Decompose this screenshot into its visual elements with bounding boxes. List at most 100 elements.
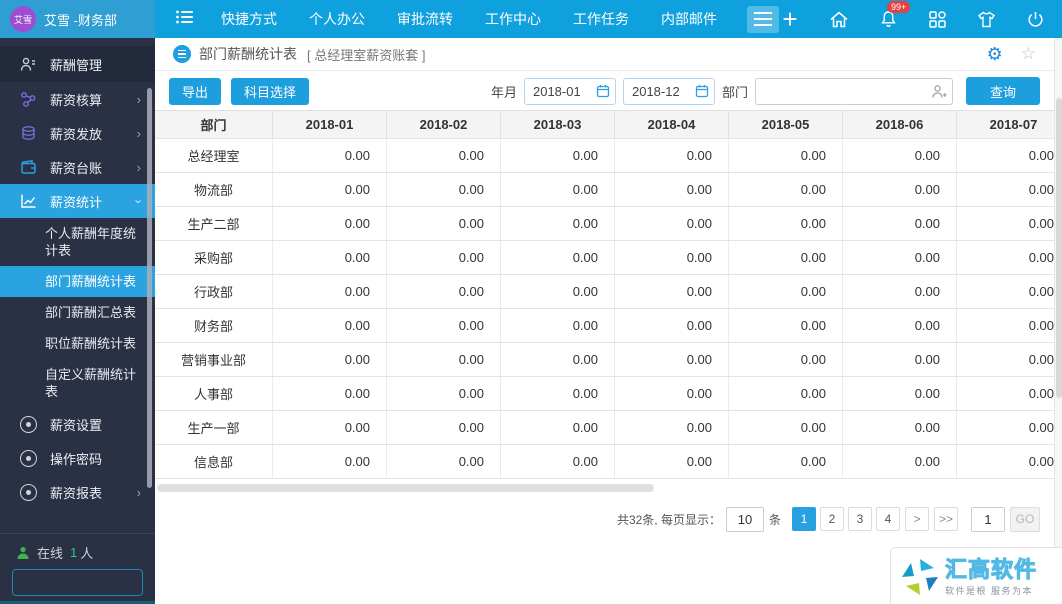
value-cell: 0.00 bbox=[957, 377, 1054, 410]
apps-grid-icon[interactable] bbox=[926, 8, 948, 30]
calendar-icon[interactable] bbox=[695, 84, 709, 98]
page-button-1[interactable]: 1 bbox=[791, 507, 816, 531]
online-count: 1 bbox=[70, 545, 78, 560]
value-cell: 0.00 bbox=[957, 139, 1054, 172]
value-cell: 0.00 bbox=[501, 207, 615, 240]
home-icon[interactable] bbox=[828, 8, 850, 30]
column-header[interactable]: 2018-06 bbox=[843, 111, 957, 138]
table-row: 营销事业部 0.00 0.00 0.00 0.00 0.00 0.00 0.00 bbox=[155, 343, 1054, 377]
chart-icon bbox=[18, 193, 38, 209]
table-row: 财务部 0.00 0.00 0.00 0.00 0.00 0.00 0.00 bbox=[155, 309, 1054, 343]
value-cell: 0.00 bbox=[729, 411, 843, 444]
subject-select-button[interactable]: 科目选择 bbox=[231, 77, 310, 105]
settings-gear-icon[interactable]: ⚙ bbox=[987, 44, 1003, 65]
logout-power-icon[interactable] bbox=[1024, 8, 1046, 30]
next-page-button[interactable]: > bbox=[904, 507, 929, 531]
value-cell: 0.00 bbox=[729, 139, 843, 172]
chevron-right-icon: › bbox=[136, 91, 141, 107]
column-header[interactable]: 2018-04 bbox=[615, 111, 729, 138]
shortcut-list-icon[interactable] bbox=[175, 9, 195, 30]
value-cell: 0.00 bbox=[843, 377, 957, 410]
value-cell: 0.00 bbox=[843, 275, 957, 308]
sidebar-item-salary-calc[interactable]: 薪资核算 › bbox=[0, 82, 155, 116]
column-header[interactable]: 2018-01 bbox=[273, 111, 387, 138]
sidebar-header-label: 薪酬管理 bbox=[50, 57, 103, 73]
vertical-scrollbar[interactable] bbox=[1054, 38, 1062, 604]
user-area[interactable]: 艾雪 艾雪 -财务部 bbox=[0, 0, 155, 38]
last-page-button[interactable]: >> bbox=[933, 507, 958, 531]
export-button[interactable]: 导出 bbox=[169, 77, 222, 105]
menu-item-internal-mail[interactable]: 内部邮件 bbox=[645, 0, 733, 38]
notifications-bell-icon[interactable]: 99+ bbox=[877, 1, 911, 30]
column-header[interactable]: 部门 bbox=[155, 111, 273, 138]
add-icon[interactable]: + bbox=[779, 6, 801, 32]
value-cell: 0.00 bbox=[273, 309, 387, 342]
page-button-4[interactable]: 4 bbox=[875, 507, 900, 531]
department-field[interactable] bbox=[755, 77, 953, 105]
table-row: 物流部 0.00 0.00 0.00 0.00 0.00 0.00 0.00 bbox=[155, 173, 1054, 207]
sidebar-scrollbar[interactable] bbox=[147, 88, 152, 488]
menu-item-work-center[interactable]: 工作中心 bbox=[469, 0, 557, 38]
value-cell: 0.00 bbox=[843, 241, 957, 274]
value-cell: 0.00 bbox=[501, 173, 615, 206]
menu-item-approval-flow[interactable]: 审批流转 bbox=[381, 0, 469, 38]
person-add-icon[interactable] bbox=[931, 84, 947, 99]
goto-page-input[interactable] bbox=[971, 506, 1005, 532]
value-cell: 0.00 bbox=[615, 207, 729, 240]
date-range-label: 年月 bbox=[490, 84, 517, 100]
page-size-input[interactable] bbox=[725, 506, 764, 532]
page-button-2[interactable]: 2 bbox=[819, 507, 844, 531]
column-header[interactable]: 2018-02 bbox=[387, 111, 501, 138]
value-cell: 0.00 bbox=[387, 275, 501, 308]
sidebar-item-salary-statistics[interactable]: 薪资统计 › bbox=[0, 184, 155, 218]
value-cell: 0.00 bbox=[957, 173, 1054, 206]
department-cell: 总经理室 bbox=[155, 139, 273, 172]
value-cell: 0.00 bbox=[273, 343, 387, 376]
password-icon bbox=[18, 449, 38, 467]
value-cell: 0.00 bbox=[387, 377, 501, 410]
sidebar-subitem-custom-salary-stats[interactable]: 自定义薪酬统计表 bbox=[0, 359, 155, 407]
avatar[interactable]: 艾雪 bbox=[10, 6, 36, 32]
sidebar-item-operation-password[interactable]: 操作密码 bbox=[0, 441, 155, 475]
column-header[interactable]: 2018-03 bbox=[501, 111, 615, 138]
online-person-icon bbox=[16, 546, 30, 560]
network-icon bbox=[18, 91, 38, 108]
menu-toggle-icon[interactable] bbox=[747, 5, 779, 33]
sidebar-search-input[interactable] bbox=[13, 575, 155, 590]
column-header[interactable]: 2018-05 bbox=[729, 111, 843, 138]
coins-icon bbox=[18, 125, 38, 142]
department-cell: 生产一部 bbox=[155, 411, 273, 444]
sidebar-header-salary-management[interactable]: 薪酬管理 bbox=[0, 46, 155, 82]
sidebar-subitem-position-salary-stats[interactable]: 职位薪酬统计表 bbox=[0, 328, 155, 359]
date-from-field[interactable] bbox=[523, 77, 616, 105]
sidebar-item-salary-ledger[interactable]: 薪资台账 › bbox=[0, 150, 155, 184]
sidebar-subitem-personal-annual-stats[interactable]: 个人薪酬年度统计表 bbox=[0, 218, 155, 266]
department-cell: 营销事业部 bbox=[155, 343, 273, 376]
calendar-icon[interactable] bbox=[596, 84, 610, 98]
menu-item-shortcuts[interactable]: 快捷方式 bbox=[205, 0, 293, 38]
column-header[interactable]: 2018-07 bbox=[957, 111, 1054, 138]
sidebar-search-box[interactable] bbox=[12, 569, 155, 596]
horizontal-scrollbar[interactable] bbox=[157, 484, 654, 492]
sidebar-item-label: 薪资统计 bbox=[50, 194, 103, 210]
value-cell: 0.00 bbox=[843, 309, 957, 342]
sidebar-subitem-dept-salary-stats[interactable]: 部门薪酬统计表 bbox=[0, 266, 155, 297]
app-window: 艾雪 艾雪 -财务部 快捷方式 个人办公 审批流转 工作中心 工作任务 内部邮件… bbox=[0, 0, 1062, 604]
sidebar-item-salary-report[interactable]: 薪资报表 › bbox=[0, 475, 155, 509]
page-buttons: 1234 bbox=[791, 507, 900, 531]
theme-shirt-icon[interactable] bbox=[975, 8, 997, 30]
menu-item-personal-office[interactable]: 个人办公 bbox=[293, 0, 381, 38]
value-cell: 0.00 bbox=[729, 309, 843, 342]
query-button[interactable]: 查询 bbox=[966, 77, 1040, 105]
favorite-star-icon[interactable]: ☆ bbox=[1021, 44, 1036, 64]
sidebar-item-salary-payment[interactable]: 薪资发放 › bbox=[0, 116, 155, 150]
value-cell: 0.00 bbox=[843, 445, 957, 478]
department-input[interactable] bbox=[755, 77, 953, 105]
date-to-field[interactable] bbox=[622, 77, 715, 105]
sidebar-item-label: 薪资报表 bbox=[50, 485, 103, 501]
menu-item-work-tasks[interactable]: 工作任务 bbox=[557, 0, 645, 38]
sidebar-subitem-dept-salary-summary[interactable]: 部门薪酬汇总表 bbox=[0, 297, 155, 328]
sidebar-item-salary-settings[interactable]: 薪资设置 bbox=[0, 407, 155, 441]
go-button[interactable]: GO bbox=[1010, 506, 1040, 532]
page-button-3[interactable]: 3 bbox=[847, 507, 872, 531]
